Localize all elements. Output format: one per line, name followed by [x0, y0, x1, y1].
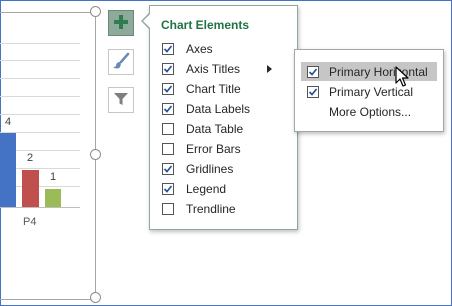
chart-element-axes[interactable]: Axes	[162, 40, 288, 58]
item-label: Error Bars	[186, 142, 241, 156]
submenu-item-primary-horizontal[interactable]: Primary Horizontal	[301, 62, 437, 81]
checkbox[interactable]	[162, 123, 174, 135]
chart-element-data-labels[interactable]: Data Labels	[162, 100, 288, 118]
submenu-item-more-options[interactable]: More Options...	[301, 102, 437, 121]
checkbox[interactable]	[307, 65, 319, 78]
chart-element-data-table[interactable]: Data Table	[162, 120, 288, 138]
item-label: Legend	[186, 182, 227, 196]
chart-elements-button[interactable]	[108, 10, 134, 36]
chart-element-axis-titles[interactable]: Axis Titles	[162, 60, 288, 78]
checkbox[interactable]	[162, 163, 174, 175]
checkbox[interactable]	[162, 143, 174, 155]
item-label: More Options...	[329, 104, 412, 119]
filter-icon	[113, 91, 129, 110]
checkbox[interactable]	[162, 103, 174, 115]
chart-element-gridlines[interactable]: Gridlines	[162, 160, 288, 178]
item-label: Trendline	[186, 202, 236, 216]
item-label: Primary Horizontal	[329, 64, 428, 79]
item-label: Gridlines	[186, 162, 234, 176]
axis-titles-submenu: Primary Horizontal Primary Vertical More…	[294, 49, 444, 132]
checkbox[interactable]	[162, 183, 174, 195]
checkbox[interactable]	[162, 203, 174, 215]
chart-element-chart-title[interactable]: Chart Title	[162, 80, 288, 98]
checkbox[interactable]	[162, 63, 174, 75]
chart-element-error-bars[interactable]: Error Bars	[162, 140, 288, 158]
plus-icon	[114, 14, 128, 32]
paintbrush-icon	[112, 52, 130, 73]
chart-selection-border	[0, 12, 96, 300]
resize-handle-bottom-right[interactable]	[90, 292, 101, 303]
chart-elements-panel: Chart Elements Axes Axis Titles Chart Ti…	[149, 5, 298, 230]
checkbox[interactable]	[162, 83, 174, 95]
panel-title: Chart Elements	[161, 18, 250, 32]
item-label: Data Labels	[186, 102, 251, 116]
resize-handle-top-right[interactable]	[90, 6, 101, 17]
submenu-arrow-icon[interactable]	[267, 65, 272, 73]
item-label: Data Table	[186, 122, 244, 136]
chart-element-legend[interactable]: Legend	[162, 180, 288, 198]
checkbox[interactable]	[162, 43, 174, 55]
chart-filters-button[interactable]	[108, 87, 134, 113]
resize-handle-right[interactable]	[90, 149, 101, 160]
item-label: Axes	[186, 42, 213, 56]
item-label: Axis Titles	[186, 62, 241, 76]
chart-element-trendline[interactable]: Trendline	[162, 200, 288, 218]
panel-pointer-inner	[143, 13, 151, 29]
checkbox[interactable]	[307, 85, 319, 98]
submenu-item-primary-vertical[interactable]: Primary Vertical	[301, 82, 437, 101]
chart-styles-button[interactable]	[108, 49, 134, 75]
mouse-cursor-icon	[395, 66, 409, 91]
item-label: Chart Title	[186, 82, 241, 96]
